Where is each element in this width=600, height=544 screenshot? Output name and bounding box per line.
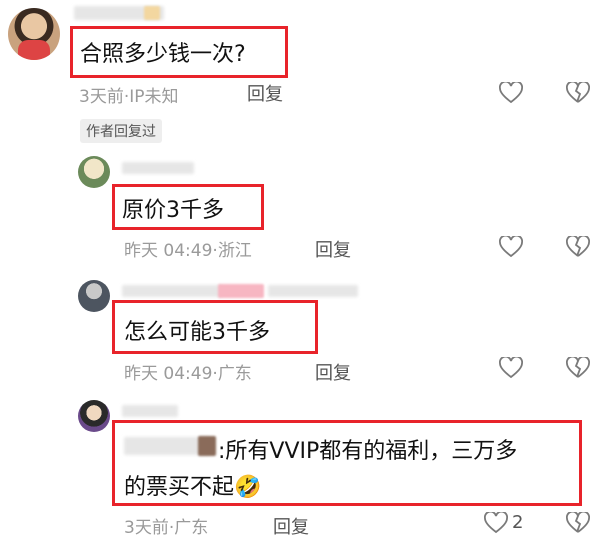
comment-time: 昨天 04:49 (124, 241, 213, 261)
comment-text: 原价3千多 (122, 198, 224, 223)
comment-text: 怎么可能3千多 (124, 320, 270, 345)
broken-heart-icon[interactable] (566, 82, 590, 104)
like-count: 2 (512, 512, 524, 533)
comment-text-line2: 的票买不起🤣 (124, 469, 261, 501)
avatar[interactable] (78, 156, 110, 188)
heart-outline-icon[interactable] (484, 512, 508, 534)
comment-meta: 昨天 04:49·广东 (124, 359, 252, 384)
rofl-emoji-icon: 🤣 (234, 475, 262, 500)
avatar[interactable] (8, 8, 60, 60)
comment-time: 昨天 04:49 (124, 364, 213, 384)
comment-location: 广东 (217, 364, 252, 384)
comment-time: 3天前 (79, 87, 124, 107)
comment-location: IP未知 (129, 87, 179, 107)
username[interactable] (268, 285, 358, 297)
heart-outline-icon[interactable] (499, 82, 523, 104)
broken-heart-icon[interactable] (566, 512, 590, 534)
comment-text: :所有VVIP都有的福利，三万多 (218, 433, 517, 465)
comment-location: 广东 (174, 518, 209, 538)
reply-button[interactable]: 回复 (247, 80, 283, 106)
comment-text-line1: 所有VVIP都有的福利，三万多 (225, 439, 518, 464)
broken-heart-icon[interactable] (566, 236, 590, 258)
username[interactable] (122, 405, 178, 417)
broken-heart-icon[interactable] (566, 357, 590, 379)
reply-button[interactable]: 回复 (273, 513, 309, 539)
user-badge (218, 284, 264, 298)
comment-meta: 3天前·广东 (124, 513, 208, 538)
author-replied-tag: 作者回复过 (80, 119, 162, 143)
comment-time: 3天前 (124, 518, 169, 538)
comment-text: 合照多少钱一次? (80, 42, 246, 67)
heart-outline-icon[interactable] (499, 236, 523, 258)
reply-button[interactable]: 回复 (315, 236, 351, 262)
comment-text-second-line: 的票买不起 (124, 475, 235, 500)
user-badge (144, 6, 160, 20)
comment-location: 浙江 (217, 241, 252, 261)
username[interactable] (122, 162, 194, 174)
comment-meta: 昨天 04:49·浙江 (124, 236, 252, 261)
comment-meta: 3天前·IP未知 (79, 82, 179, 107)
username[interactable] (122, 285, 222, 297)
avatar[interactable] (78, 400, 110, 432)
avatar[interactable] (78, 280, 110, 312)
reply-button[interactable]: 回复 (315, 359, 351, 385)
mention-badge (198, 436, 216, 456)
heart-outline-icon[interactable] (499, 357, 523, 379)
